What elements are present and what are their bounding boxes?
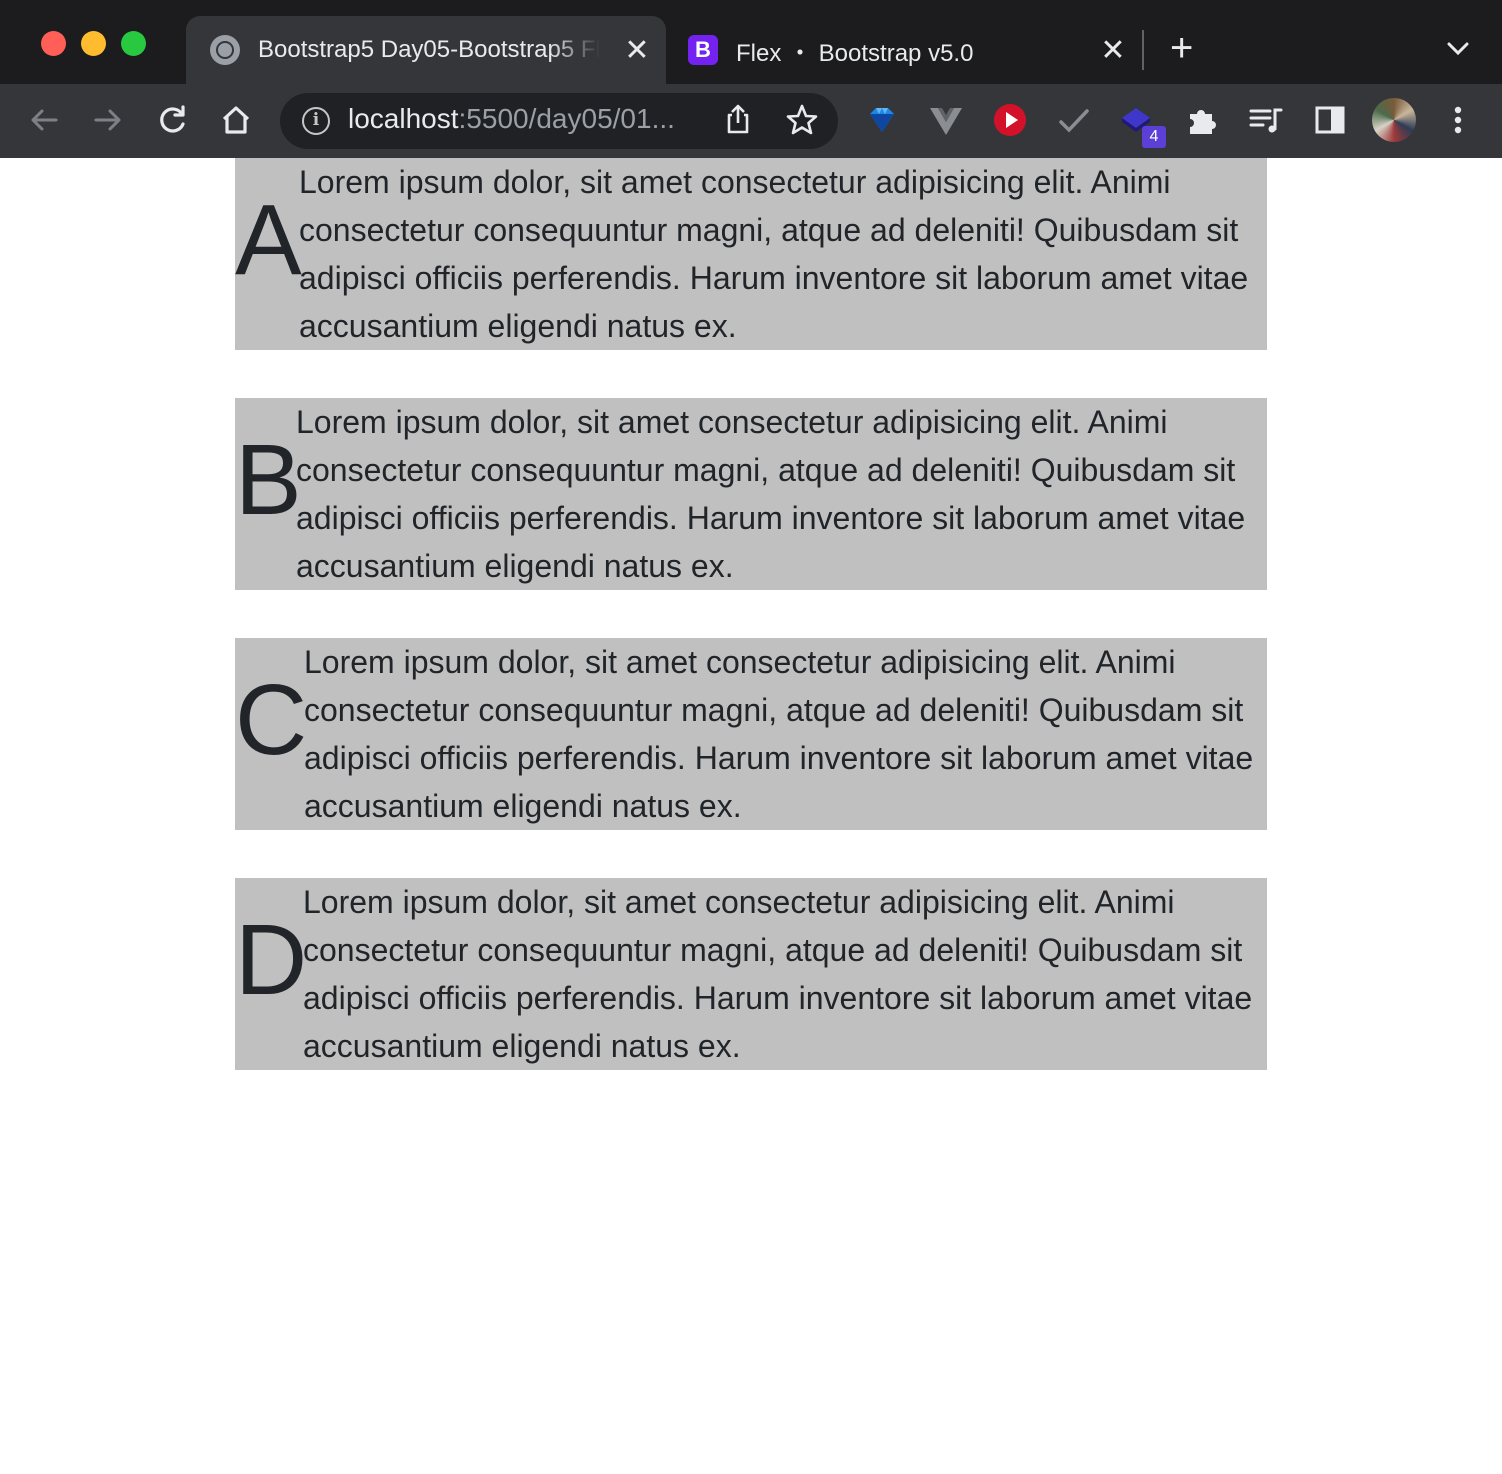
home-icon[interactable] [216,100,256,140]
close-tab-icon[interactable]: ✕ [622,33,652,68]
paragraph: Lorem ipsum dolor, sit amet consectetur … [304,644,1254,824]
forward-icon[interactable] [88,100,128,140]
url-path: :5500/day05/01... [458,103,675,134]
url-host: localhost [348,103,459,134]
maximize-window-button[interactable] [121,31,146,56]
media-box-d: D Lorem ipsum dolor, sit amet consectetu… [235,878,1267,1070]
drop-letter: A [235,184,302,296]
profile-avatar[interactable] [1372,98,1416,142]
gem-extension-icon[interactable] [862,100,902,140]
site-info-icon[interactable]: i [302,107,330,135]
play-extension-icon[interactable] [990,100,1030,140]
close-window-button[interactable] [41,31,66,56]
share-icon[interactable] [718,100,758,140]
tab-separator [1142,30,1144,70]
paragraph: Lorem ipsum dolor, sit amet consectetur … [296,404,1246,584]
paragraph: Lorem ipsum dolor, sit amet consectetur … [299,164,1249,344]
puzzle-extensions-icon[interactable] [1182,100,1222,140]
vue-devtools-icon[interactable] [926,100,966,140]
drop-letter: B [235,424,302,536]
media-box-c: C Lorem ipsum dolor, sit amet consectetu… [235,638,1267,830]
bootstrap-icon: B [688,35,718,65]
extension-badge-count: 4 [1142,126,1166,148]
media-queue-icon[interactable] [1246,100,1286,140]
tab-bootstrap-day05[interactable]: Bootstrap5 Day05-Bootstrap5 Flex ✕ [186,16,666,84]
tab-flex-bootstrap[interactable]: B Flex ・ Bootstrap v5.0 ✕ [672,16,1142,84]
checkmark-extension-icon[interactable] [1054,100,1094,140]
tab-title: Flex ・ Bootstrap v5.0 [736,39,974,67]
new-tab-button[interactable]: + [1170,28,1193,68]
drop-letter: D [235,904,308,1016]
drop-letter: C [235,664,308,776]
back-icon[interactable] [24,100,64,140]
minimize-window-button[interactable] [81,31,106,56]
media-box-a: A Lorem ipsum dolor, sit amet consectetu… [235,158,1267,350]
more-menu-icon[interactable] [1438,100,1478,140]
paragraph: Lorem ipsum dolor, sit amet consectetur … [303,884,1253,1064]
tab-title: Bootstrap5 Day05-Bootstrap5 Flex [258,36,600,63]
bookmark-star-icon[interactable] [782,100,822,140]
side-panel-icon[interactable] [1310,100,1350,140]
url-text[interactable]: localhost:5500/day05/01... [348,103,675,135]
reload-icon[interactable] [152,100,192,140]
chevron-down-icon[interactable] [1444,34,1472,62]
close-tab-icon[interactable]: ✕ [1098,33,1128,68]
media-box-b: B Lorem ipsum dolor, sit amet consectetu… [235,398,1267,590]
globe-icon [210,35,240,65]
